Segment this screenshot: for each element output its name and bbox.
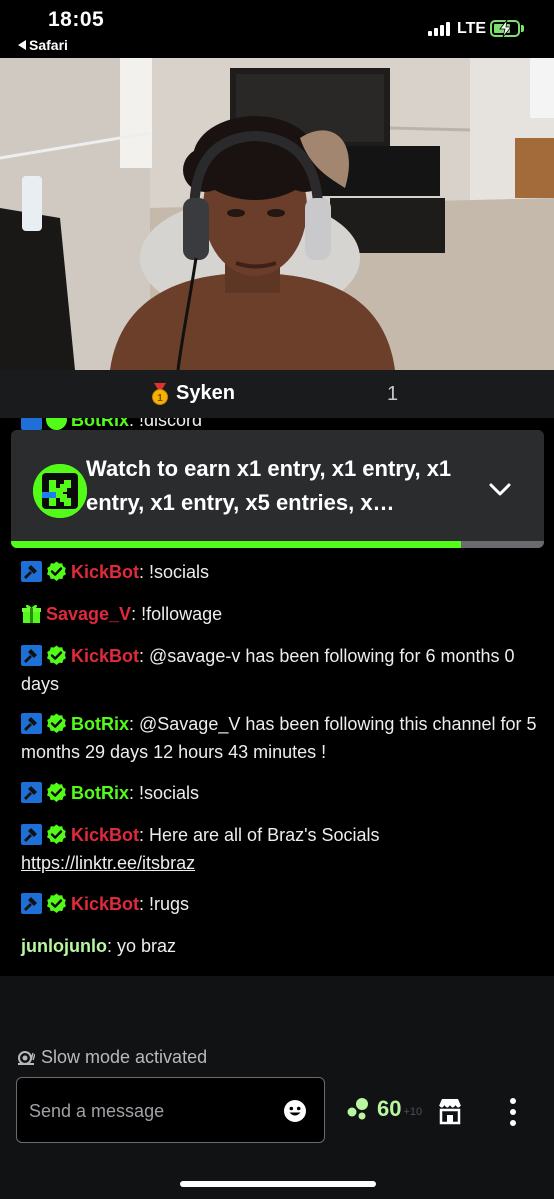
more-options-icon[interactable]: [502, 1096, 524, 1128]
status-bar: 18:05 Safari LTE: [0, 0, 554, 58]
points-value: 60: [377, 1096, 402, 1121]
chat-composer: Slow mode activated 60 +10: [0, 976, 554, 1199]
message-input[interactable]: [29, 1096, 269, 1126]
gift-icon: [21, 603, 42, 624]
battery-charging-icon: [490, 20, 520, 37]
verified-icon: [46, 893, 67, 914]
moderator-icon: [21, 561, 42, 582]
chat-username[interactable]: BotRix: [71, 418, 129, 430]
streamer-info[interactable]: 1 Syken: [150, 382, 235, 405]
chat-text: : yo braz: [106, 936, 177, 956]
promo-progress-bar: [11, 541, 544, 548]
verified-icon: [46, 713, 67, 734]
chat-message: KickBot: Here are all of Braz's Socials …: [21, 821, 537, 877]
chat-username[interactable]: KickBot: [71, 894, 139, 914]
chat-message: BotRix: !socials: [21, 779, 537, 807]
verified-icon: [46, 418, 67, 430]
chat-text: : !rugs: [139, 894, 190, 914]
chat-text: : !socials: [139, 562, 210, 582]
chat-username[interactable]: KickBot: [71, 825, 139, 845]
chat-message: junlojunlo: yo braz: [21, 932, 537, 960]
video-player[interactable]: [0, 58, 554, 370]
emoji-icon[interactable]: [283, 1099, 307, 1123]
chat-username[interactable]: KickBot: [71, 646, 139, 666]
back-arrow-icon: [18, 40, 26, 50]
back-to-app-button[interactable]: Safari: [18, 37, 68, 53]
slow-mode-label: Slow mode activated: [41, 1047, 208, 1067]
promo-progress-fill: [11, 541, 462, 548]
status-time: 18:05: [48, 8, 105, 31]
medal-1-icon: 1: [152, 382, 168, 405]
chat-username[interactable]: Savage_V: [46, 604, 131, 624]
chat-text: : !socials: [129, 783, 200, 803]
back-app-label: Safari: [29, 37, 68, 53]
home-indicator[interactable]: [180, 1181, 376, 1187]
verified-icon: [46, 645, 67, 666]
chat-text: : Here are all of Braz's Socials: [139, 825, 380, 845]
moderator-icon: [21, 824, 42, 845]
svg-text:1: 1: [157, 393, 163, 404]
chat-text: : !discord: [129, 418, 203, 430]
chat-message: BotRix: @Savage_V has been following thi…: [21, 710, 537, 766]
chat-username[interactable]: junlojunlo: [21, 936, 107, 956]
slow-mode-notice: Slow mode activated: [17, 1047, 207, 1068]
network-label: LTE: [457, 20, 487, 37]
chat-username[interactable]: BotRix: [71, 714, 129, 734]
kick-logo-icon: [33, 464, 87, 518]
moderator-icon: [21, 713, 42, 734]
snail-icon: [18, 1050, 35, 1065]
verified-icon: [46, 561, 67, 582]
points-delta: +10: [403, 1106, 423, 1118]
moderator-icon: [21, 782, 42, 803]
store-icon[interactable]: [435, 1096, 465, 1126]
watch-to-earn-banner[interactable]: Watch to earn x1 entry, x1 entry, x1 ent…: [11, 430, 544, 548]
chat-message: KickBot: !rugs: [21, 890, 537, 918]
moderator-icon: [21, 893, 42, 914]
signal-icon: [428, 22, 450, 36]
channel-points-button[interactable]: 60 +10: [345, 1096, 422, 1122]
promo-text: Watch to earn x1 entry, x1 entry, x1 ent…: [86, 456, 452, 515]
battery-cap: [521, 25, 524, 32]
chat-username[interactable]: BotRix: [71, 783, 129, 803]
moderator-icon: [21, 645, 42, 666]
chat-message: KickBot: !socials: [21, 558, 537, 586]
viewer-count: 1: [387, 383, 399, 405]
chat-username[interactable]: KickBot: [71, 562, 139, 582]
moderator-icon: [21, 418, 42, 430]
chat-link[interactable]: https://linktr.ee/itsbraz: [21, 853, 195, 873]
chat-message: Savage_V: !followage: [21, 600, 537, 628]
stream-video-frame: [0, 58, 554, 370]
message-input-box[interactable]: [16, 1077, 325, 1143]
points-icon: [347, 1098, 368, 1120]
chat-message: KickBot: @savage-v has been following fo…: [21, 642, 537, 698]
chevron-down-icon[interactable]: [485, 474, 515, 504]
streamer-bar: 1 Syken 1: [0, 370, 554, 418]
verified-icon: [46, 824, 67, 845]
streamer-name: Syken: [176, 382, 235, 404]
chat-text: : !followage: [131, 604, 223, 624]
verified-icon: [46, 782, 67, 803]
